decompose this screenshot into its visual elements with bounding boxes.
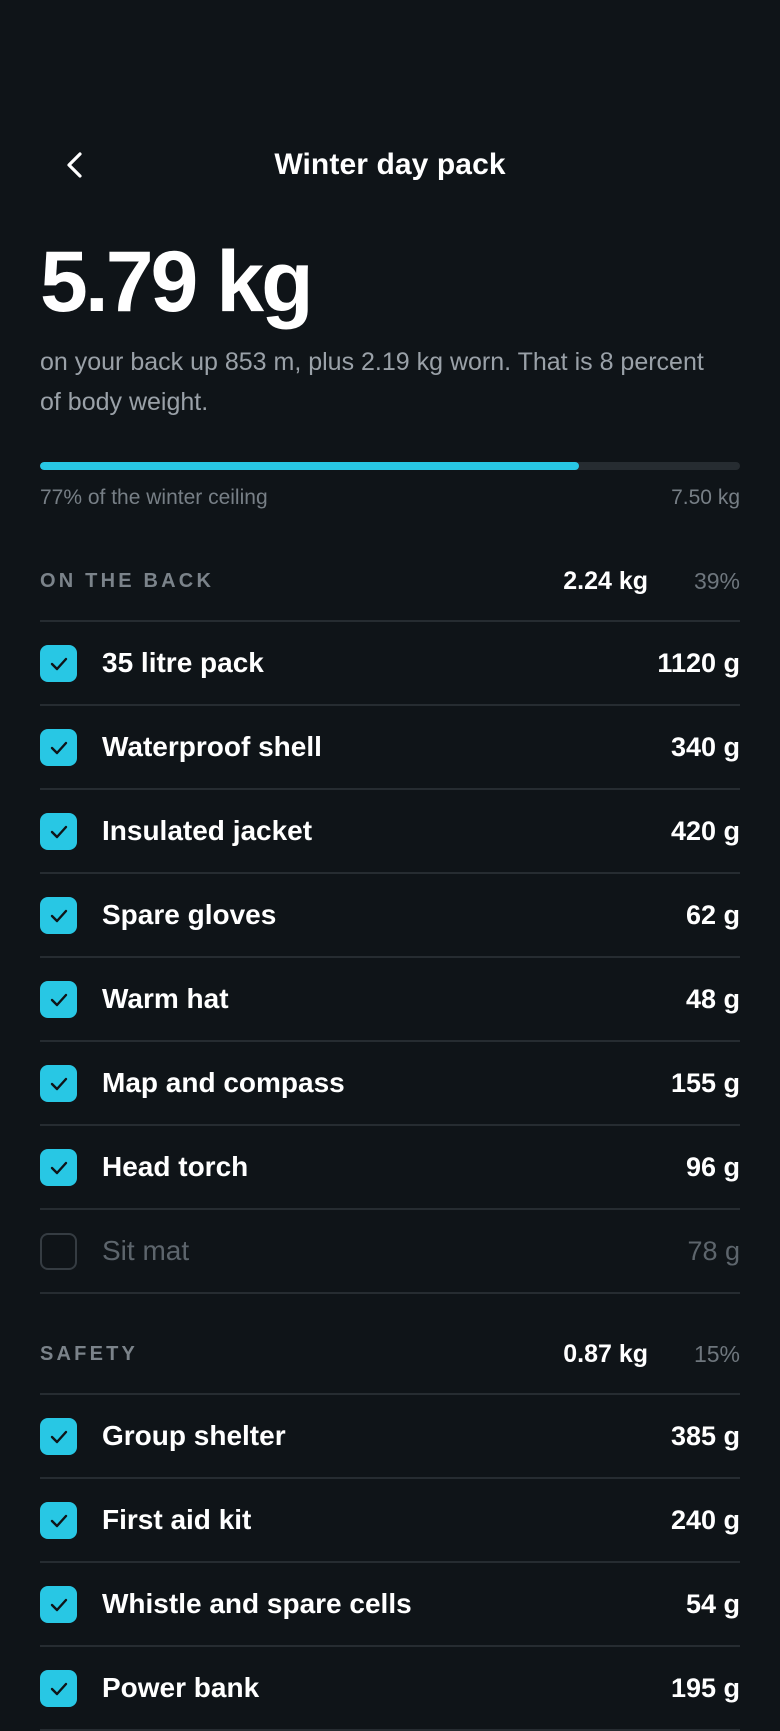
checkmark-icon bbox=[50, 1598, 67, 1611]
item-name: 35 litre pack bbox=[102, 647, 264, 678]
checkmark-icon bbox=[50, 1430, 67, 1443]
item-weight: 195 g bbox=[670, 1673, 740, 1703]
item-weight: 1120 g bbox=[657, 648, 740, 678]
gear-item[interactable]: Map and compass 155 g bbox=[40, 1042, 740, 1126]
item-weight: 96 g bbox=[685, 1152, 740, 1182]
section-label: SAFETY bbox=[40, 1343, 139, 1365]
checkmark-icon bbox=[50, 1077, 67, 1090]
gear-item[interactable]: Whistle and spare cells 54 g bbox=[40, 1563, 740, 1647]
gear-item[interactable]: Waterproof shell 340 g bbox=[40, 706, 740, 790]
section-total: 0.87 kg bbox=[563, 1340, 648, 1368]
checkbox[interactable] bbox=[40, 981, 77, 1018]
gear-item[interactable]: Spare gloves 62 g bbox=[40, 874, 740, 958]
gear-item[interactable]: Group shelter 385 g bbox=[40, 1395, 740, 1479]
gear-item[interactable]: Head torch 96 g bbox=[40, 1126, 740, 1210]
section-header: ON THE BACK 2.24 kg 39% bbox=[40, 545, 740, 622]
item-weight: 340 g bbox=[670, 732, 740, 762]
checkbox[interactable] bbox=[40, 1670, 77, 1707]
gear-item[interactable]: Insulated jacket 420 g bbox=[40, 790, 740, 874]
section-on-the-back: ON THE BACK 2.24 kg 39% 35 litre pack 11… bbox=[40, 545, 740, 1294]
section-total: 2.24 kg bbox=[563, 567, 648, 595]
checkmark-icon bbox=[50, 825, 67, 838]
checkbox[interactable] bbox=[40, 897, 77, 934]
checkmark-icon bbox=[50, 1514, 67, 1527]
section-percent: 15% bbox=[693, 1341, 740, 1367]
page-title: Winter day pack bbox=[274, 148, 506, 181]
item-weight: 54 g bbox=[685, 1589, 740, 1619]
checkbox[interactable] bbox=[40, 1586, 77, 1623]
checkbox[interactable] bbox=[40, 813, 77, 850]
item-name: First aid kit bbox=[102, 1504, 252, 1535]
ceiling-progress-bar bbox=[40, 462, 740, 470]
checkbox[interactable] bbox=[40, 1502, 77, 1539]
gear-item[interactable]: Power bank 195 g bbox=[40, 1647, 740, 1731]
item-name: Whistle and spare cells bbox=[102, 1588, 412, 1619]
section-label: ON THE BACK bbox=[40, 570, 215, 592]
gear-item[interactable]: 35 litre pack 1120 g bbox=[40, 622, 740, 706]
checkmark-icon bbox=[50, 909, 67, 922]
checkbox[interactable] bbox=[40, 1149, 77, 1186]
item-name: Map and compass bbox=[102, 1067, 345, 1098]
item-name: Head torch bbox=[102, 1151, 249, 1182]
checkmark-icon bbox=[50, 993, 67, 1006]
item-name: Waterproof shell bbox=[102, 731, 322, 762]
gear-item[interactable]: Sit mat 78 g bbox=[40, 1210, 740, 1294]
item-weight: 385 g bbox=[670, 1421, 740, 1451]
item-weight: 240 g bbox=[670, 1505, 740, 1535]
item-weight: 78 g bbox=[687, 1236, 740, 1266]
progress-caption: 77% of the winter ceiling bbox=[40, 486, 268, 509]
ceiling-weight: 7.50 kg bbox=[671, 486, 740, 509]
total-weight: 5.79 kg bbox=[40, 234, 314, 330]
gear-item[interactable]: Warm hat 48 g bbox=[40, 958, 740, 1042]
section-header: SAFETY 0.87 kg 15% bbox=[40, 1318, 740, 1395]
checkmark-icon bbox=[50, 657, 67, 670]
checkmark-icon bbox=[50, 1161, 67, 1174]
checkmark-icon bbox=[50, 741, 67, 754]
weight-summary-text: on your back up 853 m, plus 2.19 kg worn… bbox=[40, 348, 704, 416]
item-name: Warm hat bbox=[102, 983, 229, 1014]
item-name: Group shelter bbox=[102, 1420, 286, 1451]
checkbox[interactable] bbox=[40, 1233, 77, 1270]
item-name: Power bank bbox=[102, 1672, 260, 1703]
section-percent: 39% bbox=[693, 568, 740, 594]
checkbox[interactable] bbox=[40, 729, 77, 766]
gear-item[interactable]: First aid kit 240 g bbox=[40, 1479, 740, 1563]
item-name: Spare gloves bbox=[102, 899, 277, 930]
top-bar: Winter day pack bbox=[0, 130, 780, 202]
checkbox[interactable] bbox=[40, 645, 77, 682]
item-weight: 420 g bbox=[670, 816, 740, 846]
checkbox[interactable] bbox=[40, 1065, 77, 1102]
item-weight: 48 g bbox=[685, 984, 740, 1014]
item-name: Insulated jacket bbox=[102, 815, 313, 846]
checkbox[interactable] bbox=[40, 1418, 77, 1455]
section-safety: SAFETY 0.87 kg 15% Group shelter 385 g F… bbox=[40, 1318, 740, 1731]
ceiling-progress-fill bbox=[40, 462, 579, 470]
item-name: Sit mat bbox=[102, 1235, 190, 1266]
checkmark-icon bbox=[50, 1682, 67, 1695]
pack-screen: Winter day pack 5.79 kg on your back up … bbox=[0, 0, 780, 1731]
item-weight: 155 g bbox=[670, 1068, 740, 1098]
item-weight: 62 g bbox=[685, 900, 740, 930]
